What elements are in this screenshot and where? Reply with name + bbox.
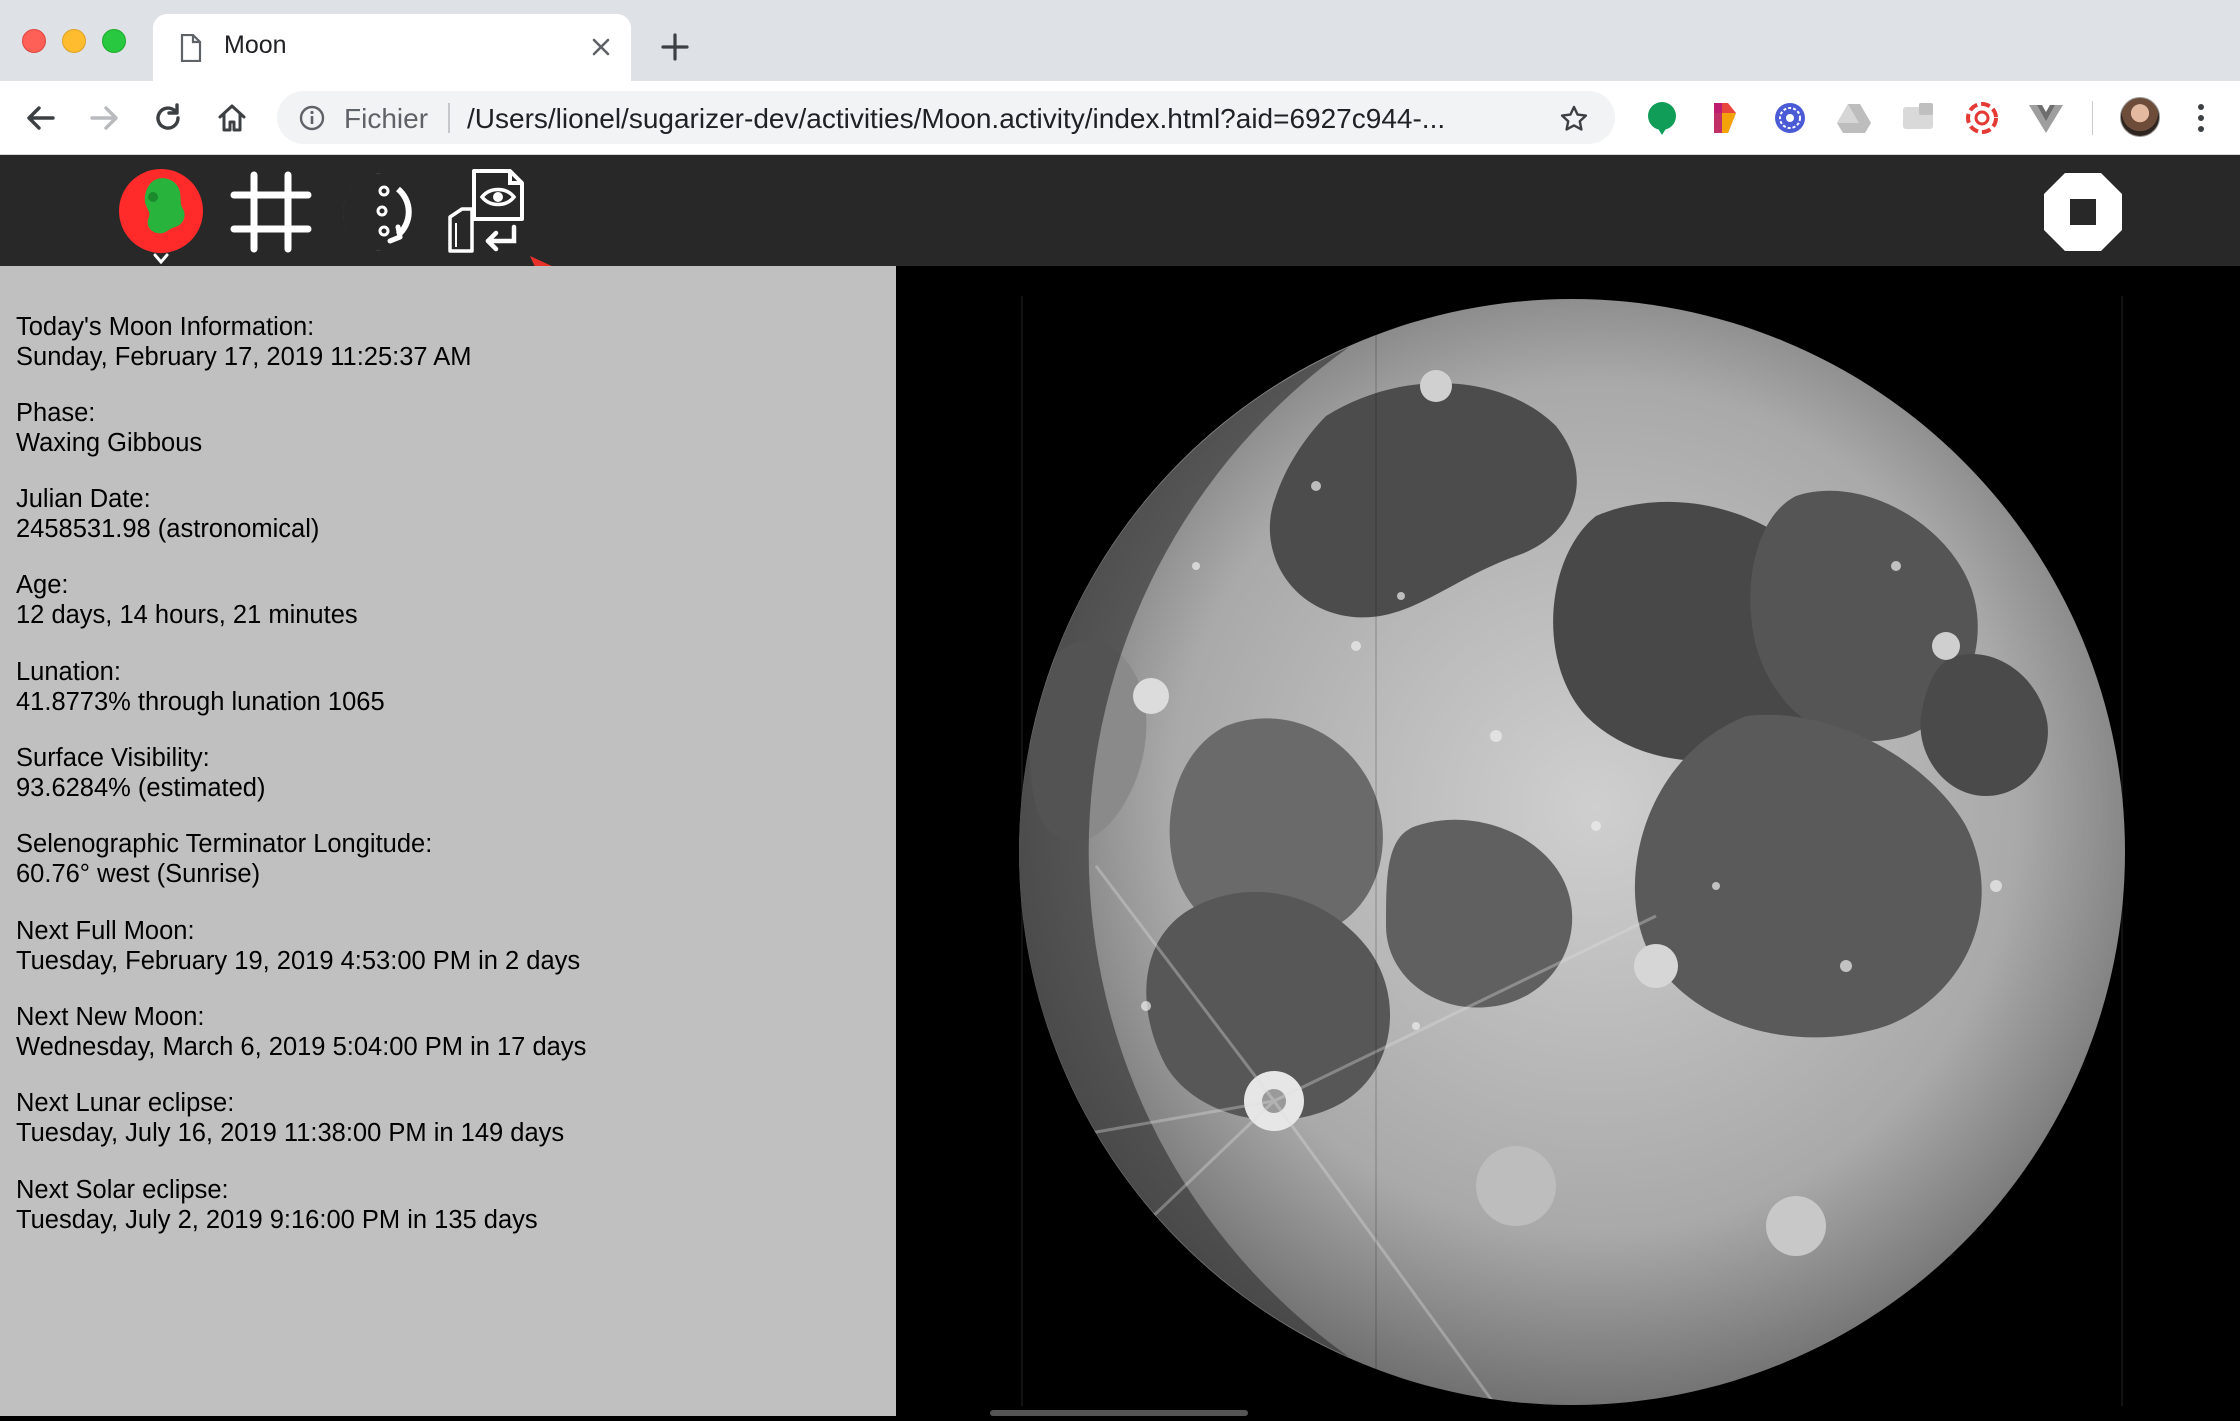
green-bubble-extension-icon[interactable] — [1643, 99, 1681, 137]
info-value: Tuesday, July 2, 2019 9:16:00 PM in 135 … — [16, 1206, 538, 1234]
activity-toolbar — [0, 155, 2240, 266]
back-arrow-icon[interactable] — [24, 101, 58, 135]
export-view-icon[interactable] — [444, 167, 536, 261]
info-label: Age: — [16, 571, 69, 599]
address-bar[interactable]: Fichier /Users/lionel/sugarizer-dev/acti… — [277, 91, 1615, 144]
colorful-extension-icon[interactable] — [1706, 99, 1744, 137]
stop-icon[interactable] — [2040, 169, 2126, 255]
info-label: Surface Visibility: — [16, 744, 210, 772]
moon-view — [896, 266, 2240, 1416]
info-value: 60.76° west (Sunrise) — [16, 860, 261, 888]
info-today: Today's Moon Information: Sunday, Februa… — [16, 312, 472, 372]
info-label: Lunation: — [16, 658, 121, 686]
vue-extension-icon[interactable] — [2027, 99, 2065, 137]
reload-icon[interactable] — [151, 101, 185, 135]
info-label: Phase: — [16, 399, 96, 427]
info-value: Wednesday, March 6, 2019 5:04:00 PM in 1… — [16, 1033, 587, 1061]
globe-extension-icon[interactable] — [1771, 99, 1809, 137]
info-value: Waxing Gibbous — [16, 429, 203, 457]
grid-icon[interactable] — [230, 171, 312, 253]
info-label: Next Lunar eclipse: — [16, 1089, 235, 1117]
info-value: 93.6284% (estimated) — [16, 774, 266, 802]
info-value: 2458531.98 (astronomical) — [16, 515, 320, 543]
info-surface-visibility: Surface Visibility: 93.6284% (estimated) — [16, 743, 265, 803]
window-zoom-button[interactable] — [102, 29, 126, 53]
info-terminator: Selenographic Terminator Longitude: 60.7… — [16, 829, 432, 889]
drive-extension-icon[interactable] — [1835, 99, 1873, 137]
address-scheme-label: Fichier — [344, 103, 429, 134]
red-swirl-extension-icon[interactable] — [1963, 99, 2001, 137]
info-next-solar-eclipse: Next Solar eclipse: Tuesday, July 2, 201… — [16, 1175, 538, 1235]
info-age: Age: 12 days, 14 hours, 21 minutes — [16, 570, 358, 630]
browser-tab-moon[interactable]: Moon — [153, 14, 631, 81]
avatar[interactable] — [2120, 97, 2160, 137]
plus-icon[interactable] — [660, 32, 690, 62]
info-next-full-moon: Next Full Moon: Tuesday, February 19, 20… — [16, 916, 580, 976]
cast-extension-icon[interactable] — [1899, 99, 1937, 137]
info-label: Selenographic Terminator Longitude: — [16, 830, 433, 858]
home-icon[interactable] — [215, 101, 249, 135]
info-value: Tuesday, February 19, 2019 4:53:00 PM in… — [16, 947, 581, 975]
browser-toolbar: Fichier /Users/lionel/sugarizer-dev/acti… — [0, 81, 2240, 155]
info-next-lunar-eclipse: Next Lunar eclipse: Tuesday, July 16, 20… — [16, 1088, 564, 1148]
info-icon[interactable] — [299, 105, 325, 131]
close-icon[interactable] — [590, 36, 612, 58]
address-url[interactable]: /Users/lionel/sugarizer-dev/activities/M… — [467, 103, 1445, 135]
horizontal-scrollbar[interactable] — [990, 1410, 1248, 1416]
info-label: Next Full Moon: — [16, 917, 195, 945]
info-label: Julian Date: — [16, 485, 151, 513]
star-icon[interactable] — [1559, 104, 1589, 134]
address-separator — [448, 103, 450, 133]
info-label: Next New Moon: — [16, 1003, 205, 1031]
document-icon — [180, 34, 202, 62]
moon-image — [1019, 296, 2125, 1406]
info-phase: Phase: Waxing Gibbous — [16, 398, 202, 458]
moon-info-panel: Today's Moon Information: Sunday, Februa… — [0, 266, 896, 1416]
kebab-menu-icon[interactable] — [2196, 103, 2206, 133]
info-label: Next Solar eclipse: — [16, 1176, 229, 1204]
info-value: 41.8773% through lunation 1065 — [16, 688, 385, 716]
info-julian-date: Julian Date: 2458531.98 (astronomical) — [16, 484, 319, 544]
info-value: Tuesday, July 16, 2019 11:38:00 PM in 14… — [16, 1119, 565, 1147]
window-close-button[interactable] — [22, 29, 46, 53]
window-minimize-button[interactable] — [62, 29, 86, 53]
toolbar-divider — [2092, 101, 2093, 135]
moon-flip-icon[interactable] — [338, 169, 426, 255]
info-value: 12 days, 14 hours, 21 minutes — [16, 601, 358, 629]
info-label: Today's Moon Information: — [16, 313, 315, 341]
info-next-new-moon: Next New Moon: Wednesday, March 6, 2019 … — [16, 1002, 586, 1062]
tab-title: Moon — [224, 31, 287, 59]
tab-strip: Moon — [0, 0, 2240, 81]
info-lunation: Lunation: 41.8773% through lunation 1065 — [16, 657, 385, 717]
activity-icon[interactable] — [117, 169, 205, 265]
forward-arrow-icon[interactable] — [87, 101, 121, 135]
info-value: Sunday, February 17, 2019 11:25:37 AM — [16, 343, 472, 371]
